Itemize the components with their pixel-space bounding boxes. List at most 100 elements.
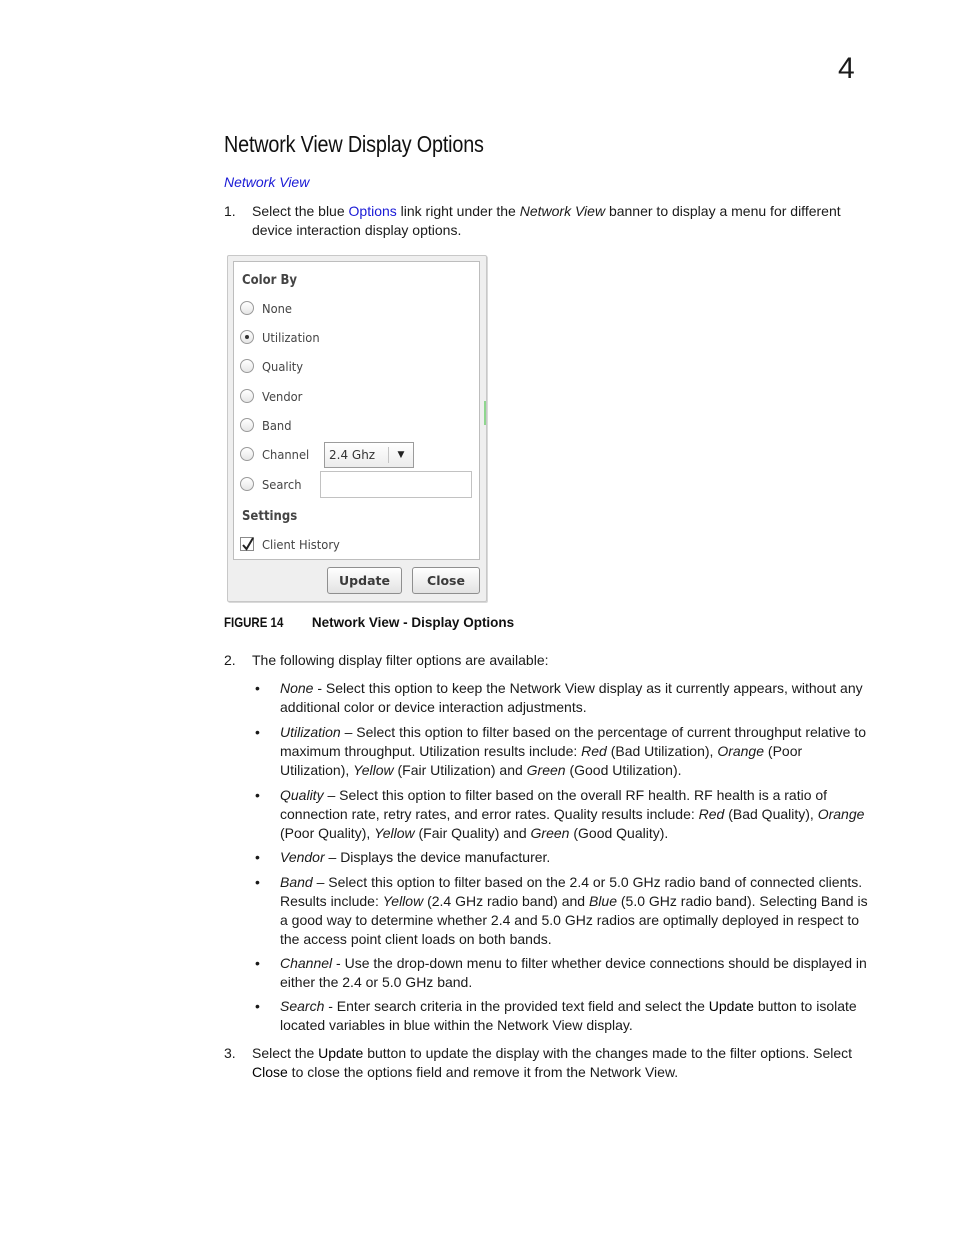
radio-label: Utilization [262,329,320,345]
radio-button[interactable] [240,447,254,461]
bullet-text: Vendor – Displays the device manufacture… [280,848,872,867]
emphasis-text: Orange [717,743,765,759]
radio-label: None [262,300,293,316]
radio-button[interactable] [240,418,254,432]
bullet-icon: • [255,724,260,740]
client-history-checkbox[interactable] [240,537,254,551]
radio-option-channel[interactable]: Channel [240,445,313,463]
bullet-text: Quality – Select this option to filter b… [280,786,872,843]
radio-button-selected[interactable] [240,330,254,344]
emphasis-text: Yellow [382,893,424,909]
step-1: 1. Select the blue Options link right un… [224,202,864,240]
emphasis-text: Red [698,806,725,822]
radio-button[interactable] [240,389,254,403]
bullet-icon: • [255,680,260,696]
radio-label: Vendor [262,388,303,404]
update-ref: Update [318,1045,364,1061]
step-text: The following display filter options are… [252,652,549,668]
list-item: • Utilization – Select this option to fi… [252,723,872,780]
triangle-down-icon[interactable]: ▼ [389,450,413,460]
radio-label: Search [262,476,302,492]
close-button[interactable]: Close [412,567,480,594]
bold-text: Update [708,998,754,1014]
step-2: 2. The following display filter options … [224,651,864,670]
text-segment: (Bad Utilization), [606,743,718,759]
section-title: Network View Display Options [224,131,484,157]
radio-button[interactable] [240,301,254,315]
emphasis-text: Yellow [374,825,415,841]
radio-option-band[interactable]: Band [240,416,294,434]
bullet-text: Band – Select this option to filter base… [280,873,872,949]
text-segment: (Good Utilization). [565,762,682,778]
step-text: Select the blue Options link right under… [252,202,864,240]
radio-label: Channel [262,446,310,462]
bullet-text: Channel - Use the drop-down menu to filt… [280,954,872,992]
settings-title: Settings [242,509,298,524]
term: Utilization [280,724,341,740]
options-group-box: Color By None Utilization Quality Vendor… [233,261,480,560]
radio-option-none[interactable]: None [240,299,295,317]
term: Band [280,874,313,890]
step-number: 2. [224,652,236,668]
radio-label: Quality [262,358,304,374]
text-segment: - Use the drop-down menu to filter wheth… [280,955,867,990]
text-segment: (Fair Quality) and [414,825,531,841]
emphasis-text: Network View [519,203,606,219]
text-segment: - Select this option to keep the Network… [280,680,863,715]
bullet-icon: • [255,998,260,1014]
list-item: • Band – Select this option to filter ba… [252,873,872,949]
text-segment: (Fair Utilization) and [393,762,527,778]
term: Channel [280,955,333,971]
radio-option-quality[interactable]: Quality [240,357,307,375]
bullet-icon: • [255,874,260,890]
bullet-icon: • [255,955,260,971]
term: Search [280,998,325,1014]
list-item: • Channel - Use the drop-down menu to fi… [252,954,872,992]
term: None [280,680,314,696]
radio-option-utilization[interactable]: Utilization [240,328,325,346]
bullet-icon: • [255,849,260,865]
client-history-option[interactable]: Client History [240,535,347,553]
close-ref: Close [252,1064,288,1080]
emphasis-text: Blue [588,893,617,909]
network-view-link[interactable]: Network View [224,174,309,190]
text-segment: Select the [252,1045,319,1061]
radio-option-search[interactable]: Search [240,475,305,493]
list-item: • Vendor – Displays the device manufactu… [252,848,872,867]
bullet-text: None - Select this option to keep the Ne… [280,679,872,717]
search-input[interactable] [320,471,472,498]
radio-button[interactable] [240,359,254,373]
figure-caption: FIGURE 14 Network View - Display Options [224,614,514,630]
text-segment: (Poor Quality), [280,825,375,841]
bullet-text: Utilization – Select this option to filt… [280,723,872,780]
emphasis-text: Orange [817,806,865,822]
bullet-text: Search - Enter search criteria in the pr… [280,997,872,1035]
list-item: • Search - Enter search criteria in the … [252,997,872,1035]
background-edge-sliver [484,401,486,425]
color-by-title: Color By [242,273,298,288]
step-3: 3. Select the Update button to update th… [224,1044,864,1082]
checkbox-label: Client History [262,536,340,552]
list-item: • None - Select this option to keep the … [252,679,872,717]
options-link[interactable]: Options [349,203,397,219]
emphasis-text: Yellow [353,762,394,778]
text-segment: - Enter search criteria in the provided … [324,998,709,1014]
step-number: 3. [224,1045,236,1061]
checkmark-icon [242,537,254,551]
channel-dropdown[interactable]: 2.4 Ghz ▼ [324,442,414,468]
bullet-icon: • [255,787,260,803]
text-segment: button to update the display with the ch… [363,1045,853,1061]
radio-label: Band [262,417,292,433]
emphasis-text: Green [526,762,566,778]
step-text: Select the Update button to update the d… [252,1044,864,1082]
text-segment: Select the blue [252,203,349,219]
text-segment: (Bad Quality), [724,806,818,822]
radio-button[interactable] [240,477,254,491]
step-number: 1. [224,203,236,219]
emphasis-text: Green [530,825,570,841]
radio-option-vendor[interactable]: Vendor [240,387,306,405]
display-options-panel: Color By None Utilization Quality Vendor… [227,255,487,602]
text-segment: – Displays the device manufacturer. [324,849,551,865]
update-button[interactable]: Update [327,567,402,594]
term: Vendor [280,849,325,865]
